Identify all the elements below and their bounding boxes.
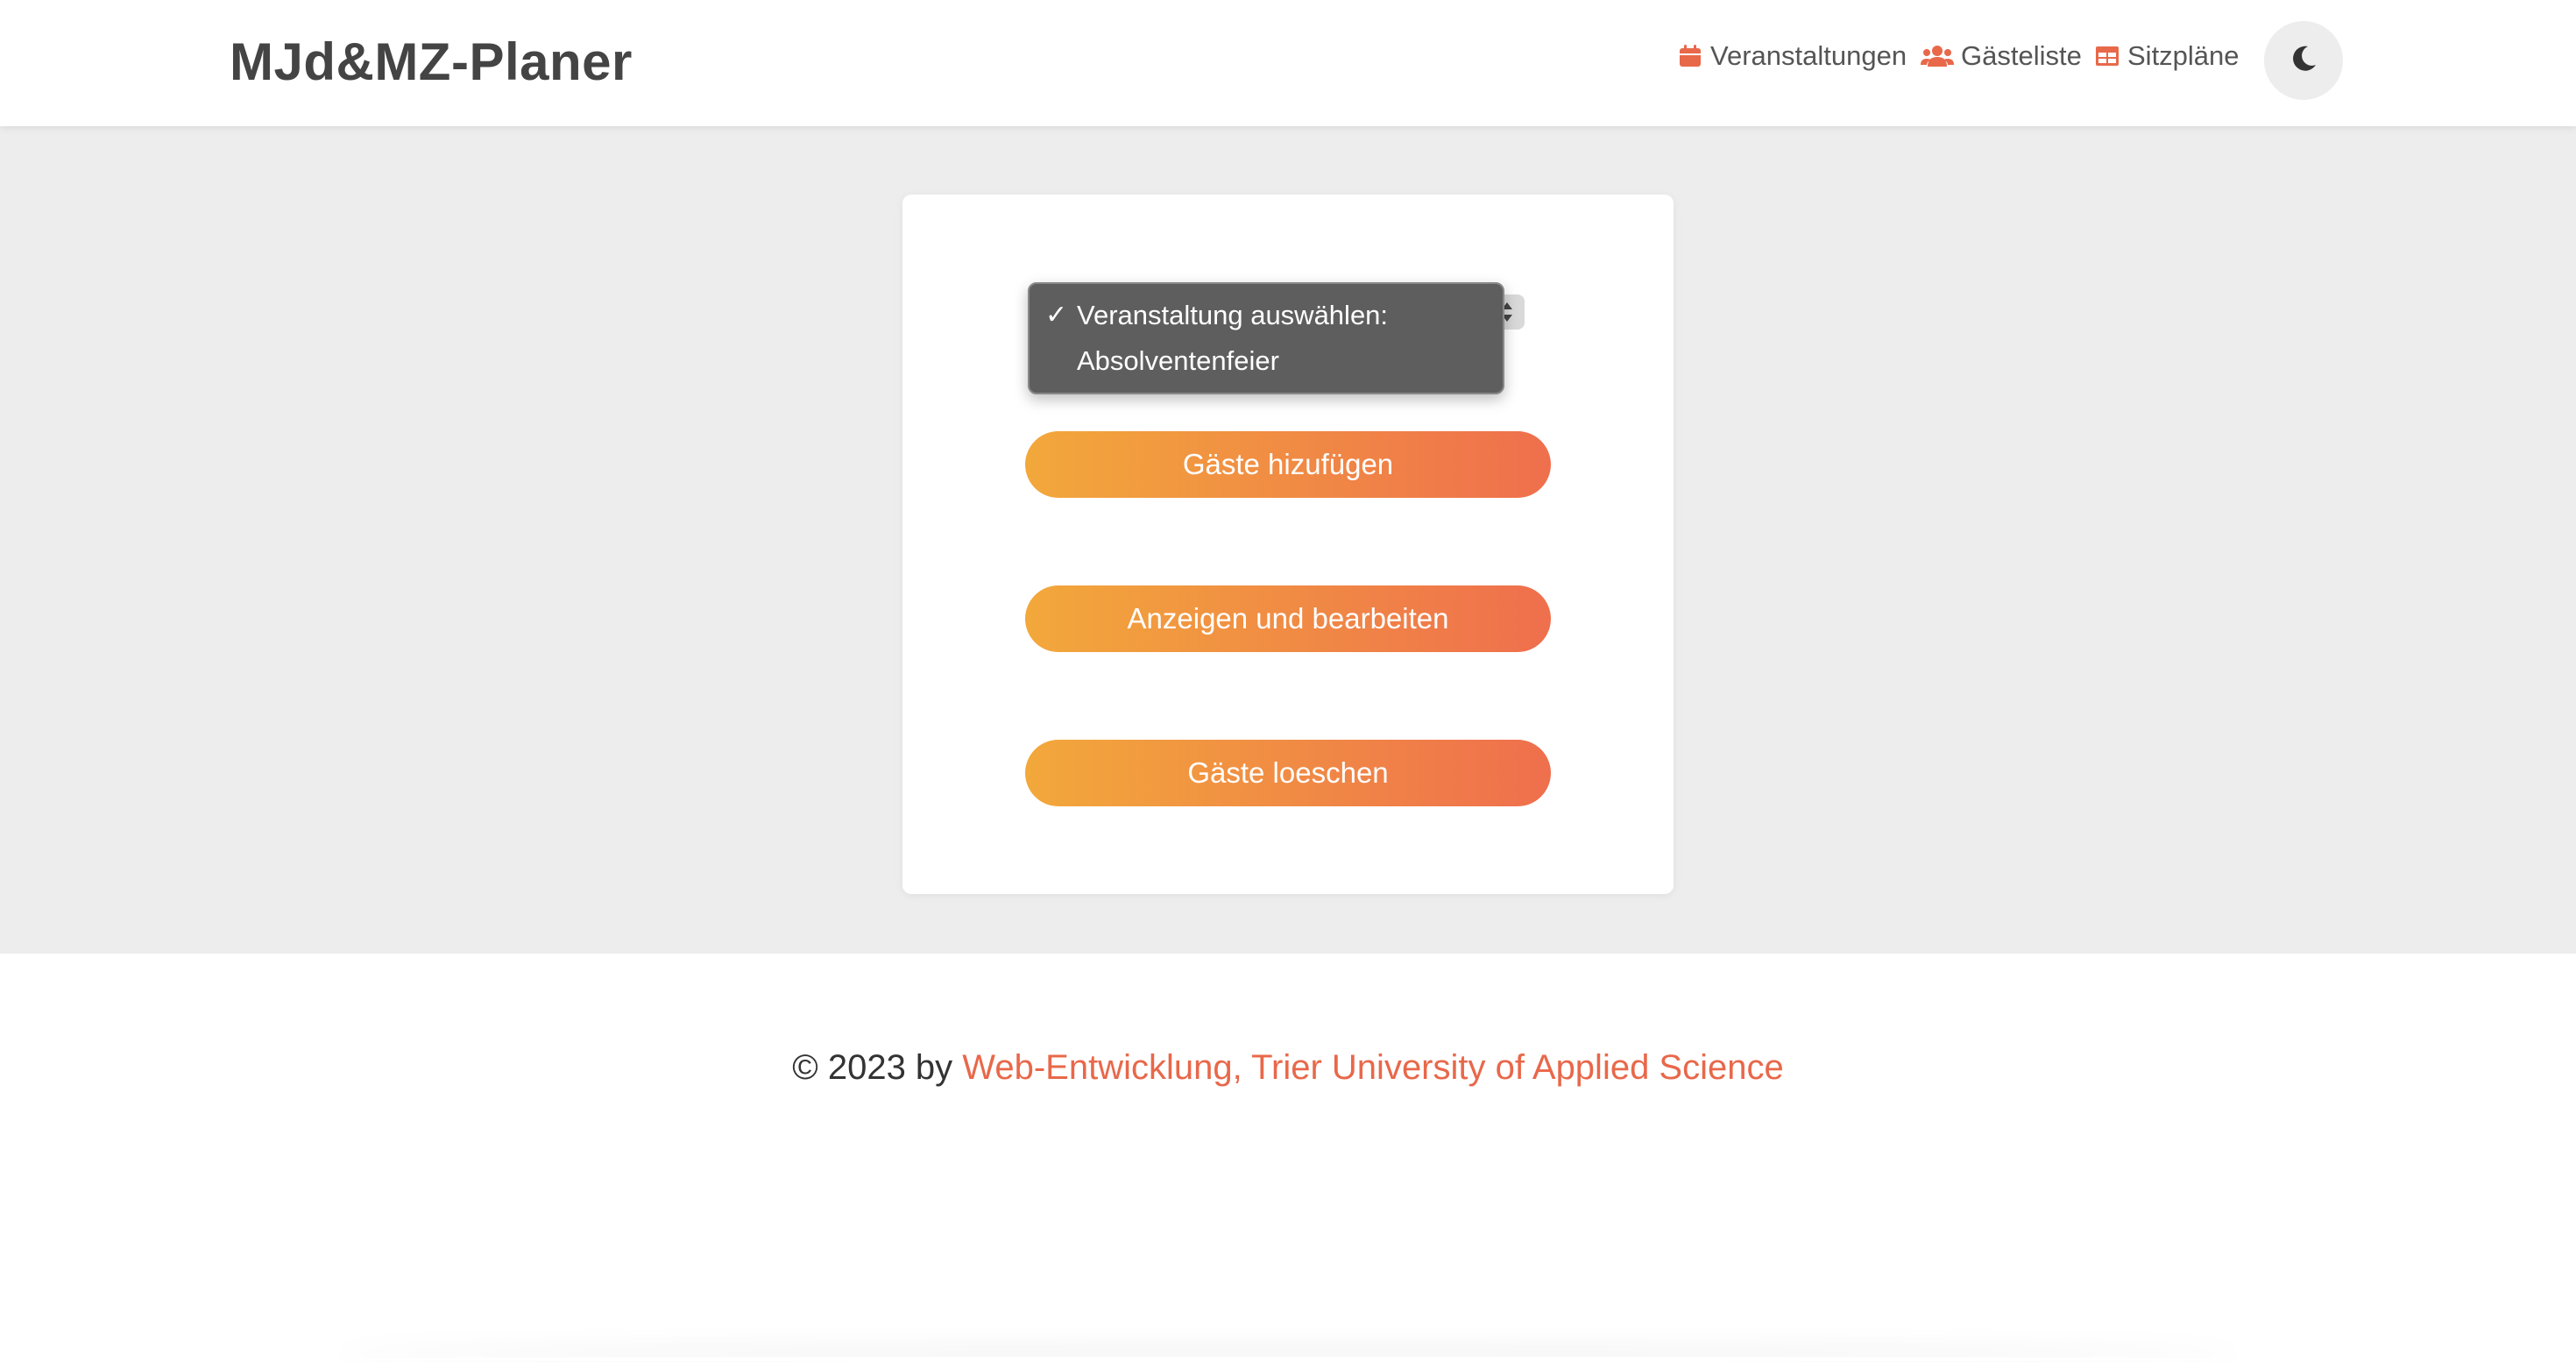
users-icon <box>1921 43 1954 69</box>
add-guests-button[interactable]: Gäste hizufügen <box>1025 431 1551 498</box>
nav-link-label: Veranstaltungen <box>1710 40 1907 71</box>
bottom-shadow <box>333 1357 2243 1362</box>
top-navbar: MJd&MZ-Planer Veranstaltungen Gästeliste <box>0 0 2576 126</box>
event-select-dropdown[interactable]: ✓ Veranstaltung auswählen: Absolventenfe… <box>1028 282 1504 394</box>
nav-link-label: Sitzpläne <box>2127 40 2240 71</box>
footer-link[interactable]: Web-Entwicklung, Trier University of App… <box>962 1048 1783 1087</box>
nav-link-label: Gästeliste <box>1961 40 2082 71</box>
footer: © 2023 by Web-Entwicklung, Trier Univers… <box>0 954 2576 1360</box>
copyright-prefix: © 2023 by <box>792 1048 963 1087</box>
check-icon: ✓ <box>1045 301 1068 330</box>
brand-title[interactable]: MJd&MZ-Planer <box>230 32 633 92</box>
table-icon <box>2094 43 2120 69</box>
option-absolventenfeier[interactable]: Absolventenfeier <box>1077 342 1279 380</box>
delete-guests-button[interactable]: Gäste loeschen <box>1025 740 1551 806</box>
copyright-text: © 2023 by Web-Entwicklung, Trier Univers… <box>0 1048 2576 1088</box>
option-veranstaltung-auswaehlen[interactable]: Veranstaltung auswählen: <box>1077 296 1388 335</box>
nav-link-sitzplaene[interactable]: Sitzpläne <box>2094 39 2240 74</box>
calendar-icon <box>1677 43 1703 69</box>
nav-link-veranstaltungen[interactable]: Veranstaltungen <box>1677 39 1907 74</box>
view-edit-button[interactable]: Anzeigen und bearbeiten <box>1025 585 1551 652</box>
theme-toggle-button[interactable] <box>2264 21 2343 100</box>
moon-icon <box>2289 44 2318 78</box>
nav-link-gaesteliste[interactable]: Gästeliste <box>1921 39 2082 74</box>
